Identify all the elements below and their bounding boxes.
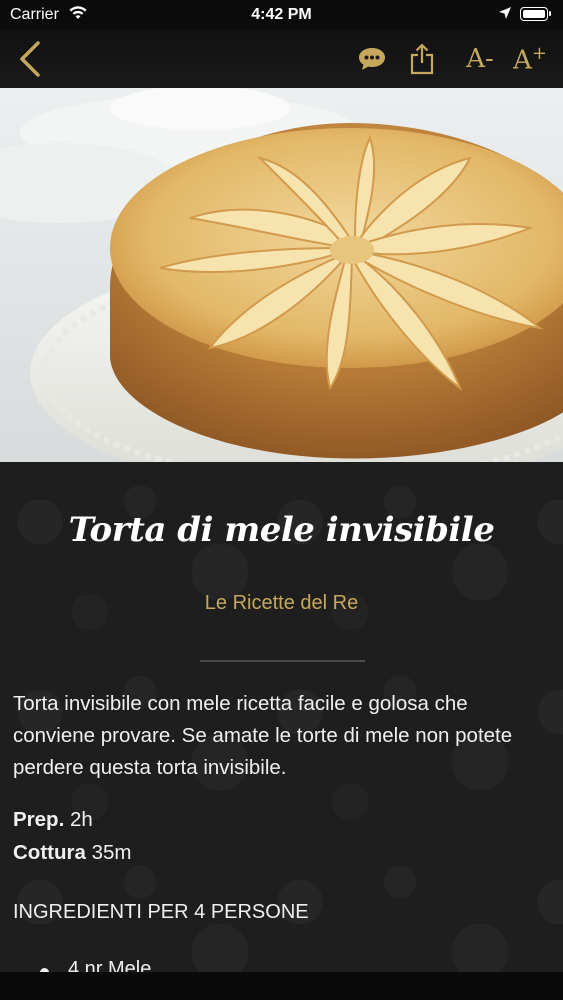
bottom-bar xyxy=(0,972,563,1000)
share-icon xyxy=(410,43,434,75)
prep-label: Prep. xyxy=(13,808,65,831)
battery-icon xyxy=(520,7,551,21)
font-increase-plus: + xyxy=(531,42,547,64)
recipe-description: Torta invisibile con mele ricetta facile… xyxy=(13,692,513,779)
prep-value: 2h xyxy=(69,808,93,831)
cook-time: Cottura 35m xyxy=(13,841,131,865)
font-increase-letter: A xyxy=(513,45,532,76)
recipe-hero-image xyxy=(0,88,563,462)
apple-cake-photo xyxy=(0,88,563,462)
navigation-bar: A- A+ xyxy=(0,30,563,88)
recipe-content: Torta di mele invisibile Le Ricette del … xyxy=(0,462,563,972)
status-time: 4:42 PM xyxy=(251,6,312,23)
prep-time: Prep. 2h xyxy=(13,808,93,832)
ingredient-item: 4 nr Mele xyxy=(40,958,151,972)
divider xyxy=(200,660,365,662)
ingredient-text: 4 nr Mele xyxy=(68,958,152,972)
comments-icon xyxy=(359,48,385,70)
status-bar: Carrier 4:42 PM xyxy=(0,0,563,30)
ingredients-heading: INGREDIENTI PER 4 PERSONE xyxy=(13,901,309,923)
cook-label: Cottura xyxy=(13,841,86,864)
back-button[interactable] xyxy=(6,30,54,88)
share-button[interactable] xyxy=(402,30,442,88)
font-increase-button[interactable]: A+ xyxy=(504,30,556,88)
recipe-source-link[interactable]: Le Ricette del Re xyxy=(0,592,563,615)
recipe-title: Torta di mele invisibile xyxy=(68,510,495,550)
cook-value: 35m xyxy=(91,841,132,864)
comments-button[interactable] xyxy=(352,30,392,88)
location-arrow-icon xyxy=(498,6,512,25)
back-chevron-icon xyxy=(20,41,40,77)
font-decrease-icon: A- xyxy=(466,44,494,74)
font-decrease-button[interactable]: A- xyxy=(458,30,502,88)
font-increase-icon: A+ xyxy=(513,43,547,76)
